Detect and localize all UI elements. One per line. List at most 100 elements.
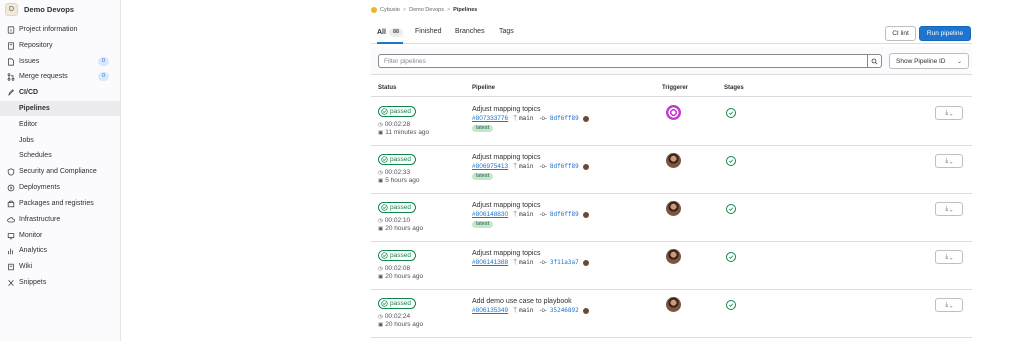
finished-time-value: 11 minutes ago	[385, 129, 430, 136]
finished-time-value: 20 hours ago	[385, 321, 424, 328]
download-artifacts-button[interactable]: ⤓ ⌄	[935, 154, 963, 168]
stage-status-icon[interactable]	[726, 252, 736, 262]
triggerer-avatar[interactable]	[666, 249, 681, 264]
stage-status-icon[interactable]	[726, 204, 736, 214]
commit-sha-link[interactable]: 35246892	[550, 307, 579, 314]
sidebar-item-wiki[interactable]: Wiki	[0, 259, 120, 274]
snippet-icon	[7, 279, 15, 287]
status-label: passed	[390, 204, 411, 211]
download-artifacts-button[interactable]: ⤓ ⌄	[935, 298, 963, 312]
search-button[interactable]	[868, 54, 882, 68]
tab-tags[interactable]: Tags	[499, 28, 514, 44]
download-artifacts-button[interactable]: ⤓ ⌄	[935, 202, 963, 216]
commit-sha-link[interactable]: 3f11a3a7	[550, 259, 579, 266]
status-badge[interactable]: passed	[378, 106, 416, 117]
branch-name[interactable]: main	[519, 307, 533, 314]
commit-author-avatar[interactable]	[582, 307, 589, 314]
sidebar-item-deployments[interactable]: Deployments	[0, 180, 120, 195]
status-badge[interactable]: passed	[378, 250, 416, 261]
check-circle-icon	[381, 300, 388, 307]
branch-name[interactable]: main	[519, 259, 533, 266]
status-label: passed	[390, 300, 411, 307]
commit-author-avatar[interactable]	[582, 259, 589, 266]
sidebar-item-snippets[interactable]: Snippets	[0, 275, 120, 290]
sidebar-item-packages[interactable]: Packages and registries	[0, 196, 120, 211]
duration-value: 00:02:08	[384, 265, 411, 272]
triggerer-avatar[interactable]	[666, 201, 681, 216]
filter-pipelines-input[interactable]: Filter pipelines	[378, 54, 868, 68]
stage-status-icon[interactable]	[726, 156, 736, 166]
commit-author-avatar[interactable]	[582, 163, 589, 170]
calendar-icon: ▣	[378, 225, 384, 232]
pipeline-id-link[interactable]: #806141388	[472, 259, 508, 266]
show-pipeline-id-dropdown[interactable]: Show Pipeline ID ⌄	[889, 53, 969, 69]
book-icon	[7, 41, 15, 50]
download-artifacts-button[interactable]: ⤓ ⌄	[935, 250, 963, 264]
sidebar-item-security[interactable]: Security and Compliance	[0, 164, 120, 179]
chart-icon	[7, 247, 15, 255]
pipeline-meta: #806141388 ᛉ main -o- 3f11a3a7	[472, 259, 589, 266]
table-row: passed ◷ 00:02:24 ▣ 20 hours ago Add demo …	[371, 290, 972, 338]
branch-name[interactable]: main	[519, 115, 533, 122]
pipeline-id-link[interactable]: #807333776	[472, 115, 508, 122]
status-label: passed	[390, 108, 411, 115]
sidebar-item-editor[interactable]: Editor	[0, 117, 120, 132]
commit-title[interactable]: Add demo use case to playbook	[472, 298, 572, 305]
commit-sha-link[interactable]: 8df6ff89	[550, 211, 579, 218]
tab-all[interactable]: All 88	[377, 28, 404, 44]
tab-finished[interactable]: Finished	[415, 28, 441, 44]
sidebar-item-monitor[interactable]: Monitor	[0, 228, 120, 243]
clock-icon: ◷	[378, 313, 383, 320]
sidebar-item-project-information[interactable]: Project information	[0, 22, 120, 37]
pipeline-id-link[interactable]: #806148830	[472, 211, 508, 218]
branch-name[interactable]: main	[519, 211, 533, 218]
sidebar-item-label: Deployments	[19, 184, 60, 191]
triggerer-avatar[interactable]	[666, 153, 681, 168]
sidebar-item-cicd[interactable]: CI/CD	[0, 85, 120, 100]
branch-icon: ᛉ	[513, 211, 518, 218]
sidebar-item-repository[interactable]: Repository	[0, 38, 120, 53]
ci-lint-button[interactable]: CI lint	[885, 26, 916, 41]
sidebar-item-label: CI/CD	[19, 89, 39, 96]
sidebar-item-issues[interactable]: Issues 0	[0, 54, 120, 69]
stage-status-icon[interactable]	[726, 300, 736, 310]
commit-author-avatar[interactable]	[582, 211, 589, 218]
status-badge[interactable]: passed	[378, 298, 416, 309]
pipeline-id-link[interactable]: #806975413	[472, 163, 508, 170]
commit-icon: -o-	[539, 211, 547, 218]
run-pipeline-button[interactable]: Run pipeline	[919, 26, 971, 41]
triggerer-avatar[interactable]	[666, 297, 681, 312]
status-badge[interactable]: passed	[378, 202, 416, 213]
sidebar-item-analytics[interactable]: Analytics	[0, 243, 120, 258]
commit-author-avatar[interactable]	[582, 115, 589, 122]
sidebar-item-jobs[interactable]: Jobs	[0, 133, 120, 148]
project-name: Demo Devops	[24, 4, 75, 14]
tab-label: All	[377, 29, 386, 36]
finished-time: ▣ 11 minutes ago	[378, 129, 429, 136]
sidebar-item-merge-requests[interactable]: Merge requests 0	[0, 69, 120, 84]
stage-status-icon[interactable]	[726, 108, 736, 118]
commit-title[interactable]: Adjust mapping topics	[472, 202, 540, 209]
commit-title[interactable]: Adjust mapping topics	[472, 154, 540, 161]
sidebar-item-label: Jobs	[19, 137, 34, 144]
download-artifacts-button[interactable]: ⤓ ⌄	[935, 106, 963, 120]
commit-title[interactable]: Adjust mapping topics	[472, 250, 540, 257]
tab-branches[interactable]: Branches	[455, 28, 485, 44]
triggerer-avatar[interactable]	[666, 105, 681, 120]
project-header[interactable]: D Demo Devops	[0, 0, 120, 18]
group-logo-icon	[371, 7, 377, 13]
column-header-stages: Stages	[724, 85, 744, 91]
status-badge[interactable]: passed	[378, 154, 416, 165]
commit-sha-link[interactable]: 8df6ff89	[550, 163, 579, 170]
commit-title[interactable]: Adjust mapping topics	[472, 106, 540, 113]
branch-name[interactable]: main	[519, 163, 533, 170]
breadcrumb-current[interactable]: Pipelines	[453, 7, 477, 13]
sidebar-item-pipelines[interactable]: Pipelines	[0, 101, 120, 116]
sidebar-item-schedules[interactable]: Schedules	[0, 148, 120, 163]
breadcrumb-project[interactable]: Demo Devops	[409, 7, 444, 13]
table-header: Status Pipeline Triggerer Stages	[371, 80, 972, 97]
commit-sha-link[interactable]: 8df6ff89	[550, 115, 579, 122]
breadcrumb-root[interactable]: Cybusio	[380, 7, 400, 13]
pipeline-id-link[interactable]: #806135349	[472, 307, 508, 314]
sidebar-item-infrastructure[interactable]: Infrastructure	[0, 212, 120, 227]
